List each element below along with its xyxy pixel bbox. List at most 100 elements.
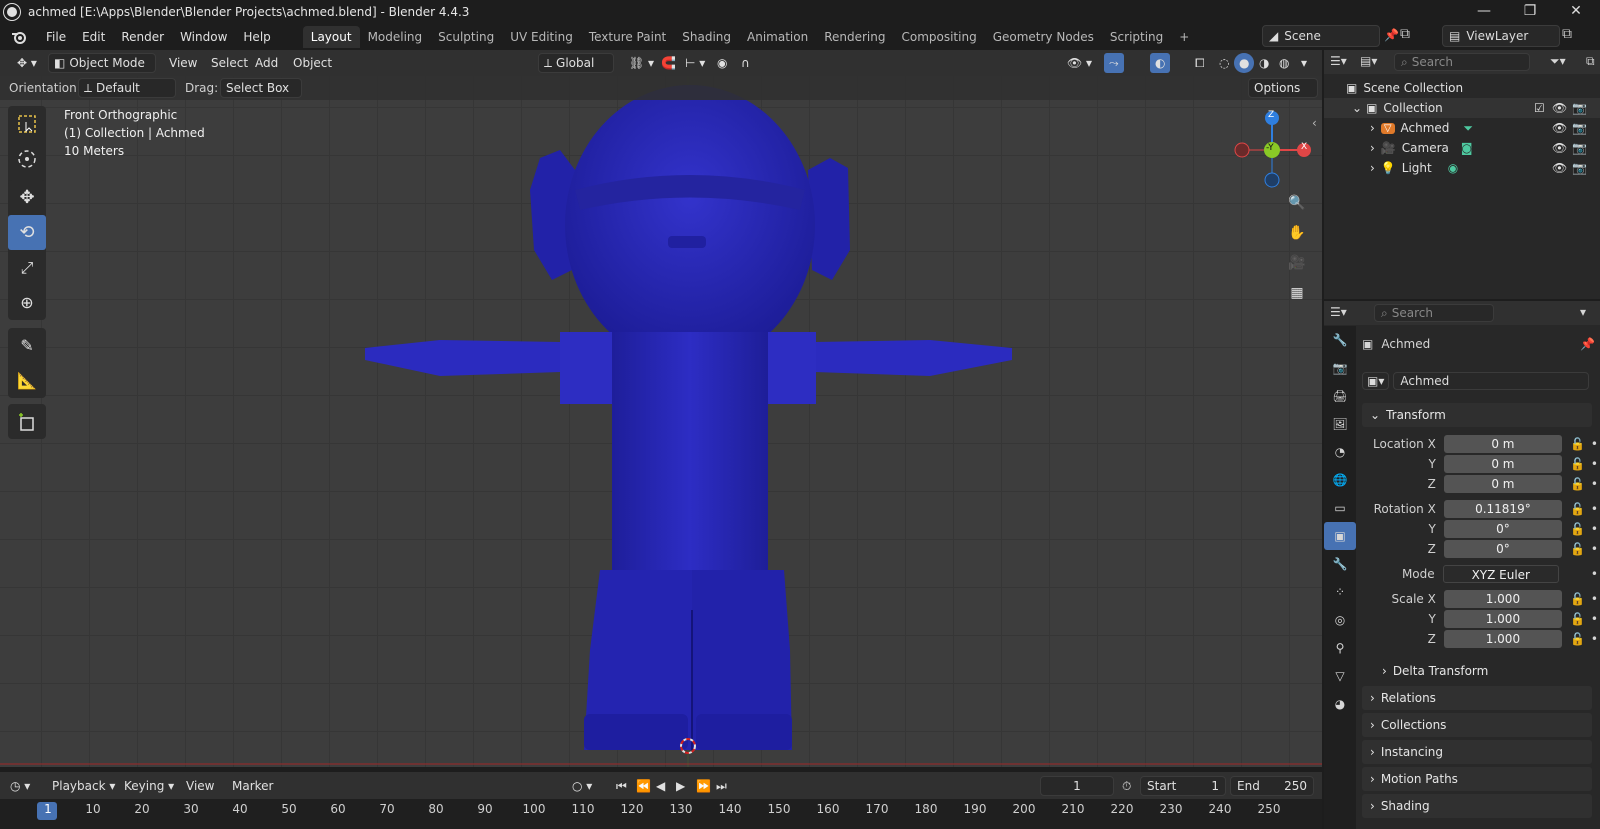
viewlayer-selector[interactable]: ▤ ViewLayer: [1442, 25, 1560, 47]
xray-icon[interactable]: ⧠: [1190, 53, 1210, 73]
measure-tool[interactable]: 📐: [8, 363, 46, 398]
tab-shading[interactable]: Shading: [674, 26, 739, 48]
rotation-y-field[interactable]: 0°: [1443, 520, 1562, 538]
timeline-view-menu[interactable]: View: [186, 776, 214, 796]
object-tab-icon[interactable]: ▣: [1324, 522, 1356, 550]
add-workspace-button[interactable]: +: [1171, 26, 1197, 48]
playback-menu[interactable]: Playback ▾: [52, 776, 115, 796]
location-x-keyframe-icon[interactable]: •: [1591, 437, 1598, 451]
move-tool[interactable]: ✥: [8, 180, 46, 215]
collection-render-icon[interactable]: 📷: [1572, 101, 1587, 115]
select-box-tool[interactable]: [8, 106, 46, 141]
grid-view-icon[interactable]: ▦: [1284, 280, 1310, 306]
render-tab-icon[interactable]: 📷: [1324, 354, 1356, 382]
wireframe-shading-icon[interactable]: ◌: [1214, 53, 1234, 73]
tab-sculpting[interactable]: Sculpting: [430, 26, 502, 48]
jump-end-icon[interactable]: ⏭: [716, 776, 727, 796]
object-name-field[interactable]: Achmed: [1393, 372, 1590, 390]
scale-z-lock-icon[interactable]: 🔓: [1570, 632, 1585, 646]
data-tab-icon[interactable]: ▽: [1324, 662, 1356, 690]
rotation-mode-keyframe-icon[interactable]: •: [1591, 567, 1598, 581]
viewport-3d[interactable]: Front Orthographic (1) Collection | Achm…: [0, 50, 1322, 767]
scale-z-field[interactable]: 1.000: [1443, 630, 1562, 648]
rotation-x-lock-icon[interactable]: 🔓: [1570, 502, 1585, 516]
location-y-keyframe-icon[interactable]: •: [1591, 457, 1598, 471]
material-tab-icon[interactable]: ◕: [1324, 690, 1356, 718]
mode-selector[interactable]: ◧ Object Mode: [48, 53, 156, 73]
scale-x-keyframe-icon[interactable]: •: [1591, 592, 1598, 606]
prev-keyframe-icon[interactable]: ⏪: [636, 776, 651, 796]
rotation-y-keyframe-icon[interactable]: •: [1591, 522, 1598, 536]
blender-menu-icon[interactable]: [0, 30, 38, 44]
scene-tab-icon[interactable]: ◔: [1324, 438, 1356, 466]
menu-edit[interactable]: Edit: [74, 26, 113, 48]
expand-achmed-icon[interactable]: ›: [1370, 121, 1375, 135]
tab-layout[interactable]: Layout: [302, 25, 360, 48]
motion-paths-panel[interactable]: › Motion Paths: [1362, 767, 1592, 791]
annotate-tool[interactable]: ✎: [8, 328, 46, 363]
menu-file[interactable]: File: [38, 26, 74, 48]
auto-keying-icon[interactable]: ○ ▾: [572, 776, 592, 796]
tab-scripting[interactable]: Scripting: [1102, 26, 1171, 48]
menu-render[interactable]: Render: [113, 26, 172, 48]
location-y-lock-icon[interactable]: 🔓: [1570, 457, 1585, 471]
scale-z-keyframe-icon[interactable]: •: [1591, 632, 1598, 646]
rotation-z-field[interactable]: 0°: [1443, 540, 1562, 558]
editor-type-icon[interactable]: ✥ ▾: [12, 53, 42, 73]
rotation-y-lock-icon[interactable]: 🔓: [1570, 522, 1585, 536]
location-z-field[interactable]: 0 m: [1443, 475, 1562, 493]
current-frame-field[interactable]: 1: [1040, 776, 1114, 796]
properties-search[interactable]: ⌕ Search: [1374, 304, 1494, 322]
light-data-icon[interactable]: ◉: [1448, 161, 1458, 175]
location-x-lock-icon[interactable]: 🔓: [1570, 437, 1585, 451]
object-datablock-icon[interactable]: ▣▾: [1362, 372, 1390, 390]
relations-panel[interactable]: › Relations: [1362, 686, 1592, 710]
location-y-field[interactable]: 0 m: [1443, 455, 1562, 473]
particles-tab-icon[interactable]: ⁘: [1324, 578, 1356, 606]
delta-transform-panel[interactable]: › Delta Transform: [1374, 659, 1592, 683]
pan-hand-icon[interactable]: ✋: [1284, 220, 1310, 246]
minimize-button[interactable]: —: [1462, 0, 1506, 22]
keying-menu[interactable]: Keying ▾: [124, 776, 174, 796]
menu-add[interactable]: Add: [250, 53, 283, 73]
rotation-x-keyframe-icon[interactable]: •: [1591, 502, 1598, 516]
outliner-row-scene-collection[interactable]: ▣ Scene Collection: [1324, 78, 1600, 98]
tab-rendering[interactable]: Rendering: [816, 26, 893, 48]
zoom-icon[interactable]: 🔍: [1284, 190, 1310, 216]
light-render-icon[interactable]: 📷: [1572, 161, 1587, 175]
visibility-icon[interactable]: 👁 ▾: [1062, 53, 1097, 73]
scene-selector[interactable]: ◢ Scene: [1262, 25, 1380, 47]
menu-object[interactable]: Object: [288, 53, 337, 73]
tab-texture-paint[interactable]: Texture Paint: [581, 26, 674, 48]
scale-x-lock-icon[interactable]: 🔓: [1570, 592, 1585, 606]
scale-x-field[interactable]: 1.000: [1443, 590, 1562, 608]
new-collection-icon[interactable]: ⧉: [1586, 54, 1595, 69]
menu-window[interactable]: Window: [172, 26, 235, 48]
outliner-row-achmed[interactable]: › ▽ Achmed ⏷ 👁 📷: [1324, 118, 1600, 138]
outliner-row-light[interactable]: › 💡 Light ◉ 👁 📷: [1324, 158, 1600, 178]
gizmo-toggle-icon[interactable]: ⤳: [1104, 53, 1124, 73]
overlay-toggle-icon[interactable]: ◐: [1150, 53, 1171, 73]
rotation-x-field[interactable]: 0.11819°: [1443, 500, 1562, 518]
camera-render-icon[interactable]: 📷: [1572, 141, 1587, 155]
achmed-eye-icon[interactable]: 👁: [1552, 121, 1567, 135]
snap-target-icon[interactable]: ⊢ ▾: [680, 53, 710, 73]
play-icon[interactable]: ▶: [676, 776, 685, 796]
scale-tool[interactable]: ⤢: [8, 250, 46, 285]
marker-menu[interactable]: Marker: [232, 776, 273, 796]
scale-y-keyframe-icon[interactable]: •: [1591, 612, 1598, 626]
camera-data-icon[interactable]: ◙: [1461, 141, 1473, 155]
drag-dropdown[interactable]: Select Box: [220, 78, 302, 98]
outliner-editor-icon[interactable]: ☰▾: [1330, 54, 1347, 68]
expand-light-icon[interactable]: ›: [1370, 161, 1375, 175]
constraints-tab-icon[interactable]: ⚲: [1324, 634, 1356, 662]
sidebar-toggle-icon[interactable]: ‹: [1312, 116, 1317, 130]
new-viewlayer-icon[interactable]: ⧉: [1562, 26, 1572, 42]
transform-orientation-selector[interactable]: ⟂ Global: [538, 53, 614, 73]
collection-tab-icon[interactable]: ▭: [1324, 494, 1356, 522]
camera-eye-icon[interactable]: 👁: [1552, 141, 1567, 155]
menu-help[interactable]: Help: [235, 26, 278, 48]
solid-shading-icon[interactable]: ●: [1234, 53, 1255, 73]
collection-eye-icon[interactable]: 👁: [1552, 101, 1567, 115]
preview-range-icon[interactable]: ⏱: [1122, 776, 1131, 796]
